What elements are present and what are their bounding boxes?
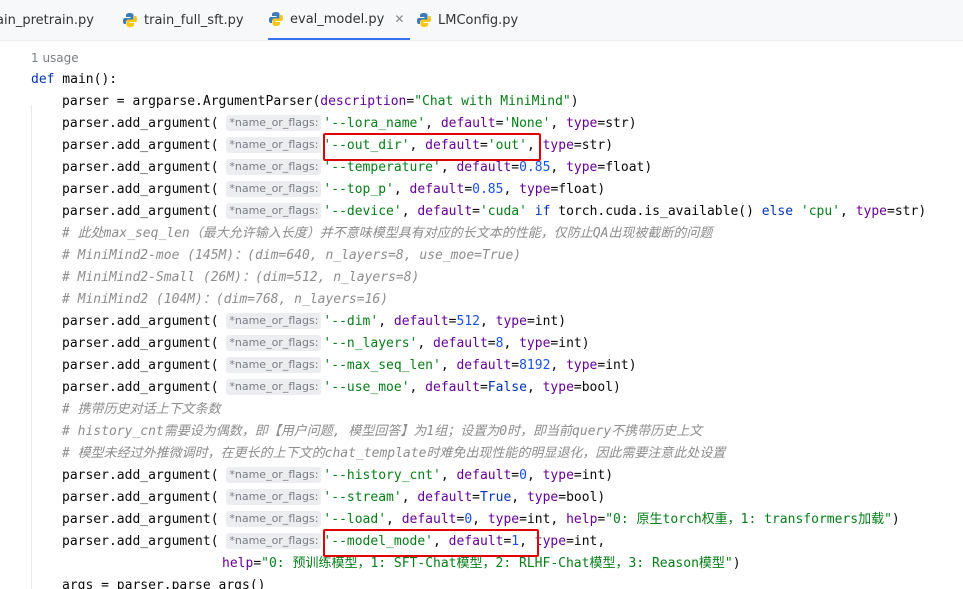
inlay-hint: *name_or_flags: xyxy=(226,335,322,351)
code-line: parser.add_argument( *name_or_flags: '--m… xyxy=(62,357,637,373)
indent-guide xyxy=(31,105,32,589)
code-line: parser = argparse.ArgumentParser(descrip… xyxy=(62,94,579,109)
code-line: parser.add_argument( *name_or_flags: '--n… xyxy=(62,335,590,351)
code-editor[interactable]: 1 usage def main(): parser = argparse.Ar… xyxy=(0,41,963,589)
tab-label: LMConfig.py xyxy=(438,12,519,28)
inlay-hint: *name_or_flags: xyxy=(226,181,322,197)
inlay-hint: *name_or_flags: xyxy=(226,159,322,175)
inlay-hint: *name_or_flags: xyxy=(226,115,322,131)
code-line: def main(): xyxy=(31,72,118,87)
code-comment: # MiniMind2-moe (145M)：(dim=640, n_layer… xyxy=(62,248,522,263)
editor-tab-bar: ain_pretrain.py train_full_sft.py eval_m… xyxy=(0,0,963,41)
tab-pretrain[interactable]: ain_pretrain.py xyxy=(0,0,94,40)
close-icon[interactable]: ✕ xyxy=(394,12,404,26)
code-comment: # MiniMind2-Small (26M)：(dim=512, n_laye… xyxy=(62,270,420,285)
inlay-hint: *name_or_flags: xyxy=(226,357,322,373)
inlay-hint: *name_or_flags: xyxy=(226,203,322,219)
python-file-icon xyxy=(123,13,137,27)
tab-label: ain_pretrain.py xyxy=(0,12,94,28)
tab-eval-model[interactable]: eval_model.py ✕ xyxy=(268,0,411,40)
code-comment: # MiniMind2 (104M)：(dim=768, n_layers=16… xyxy=(62,292,389,307)
inlay-hint: *name_or_flags: xyxy=(226,489,322,505)
code-line: parser.add_argument( *name_or_flags: '--d… xyxy=(62,203,927,219)
tab-label: train_full_sft.py xyxy=(144,12,244,28)
inlay-hint: *name_or_flags: xyxy=(226,137,322,153)
code-line: args = parser.parse_args() xyxy=(62,578,266,589)
code-comment: # 此处max_seq_len（最大允许输入长度）并不意味模型具有对应的长文本的… xyxy=(62,226,713,241)
tab-train-full-sft[interactable]: train_full_sft.py xyxy=(122,0,244,40)
highlight-box-out-dir xyxy=(323,133,541,161)
code-comment: # history_cnt需要设为偶数，即【用户问题, 模型回答】为1组；设置为… xyxy=(62,424,703,439)
inlay-hint: *name_or_flags: xyxy=(226,379,322,395)
code-line: parser.add_argument( *name_or_flags: '--d… xyxy=(62,313,567,329)
python-file-icon xyxy=(269,12,283,26)
tab-lmconfig[interactable]: LMConfig.py xyxy=(416,0,518,40)
tab-label: eval_model.py xyxy=(290,11,385,27)
code-comment: # 携带历史对话上下文条数 xyxy=(62,402,221,417)
code-line: parser.add_argument( *name_or_flags: '--t… xyxy=(62,181,606,197)
code-comment: # 模型未经过外推微调时，在更长的上下文的chat_template时难免出现性… xyxy=(62,446,726,461)
inlay-hint: *name_or_flags: xyxy=(226,467,322,483)
inlay-hint: *name_or_flags: xyxy=(226,313,322,329)
code-line: parser.add_argument( *name_or_flags: '--l… xyxy=(62,511,900,527)
inlay-hint: *name_or_flags: xyxy=(226,533,322,549)
highlight-box-model-mode xyxy=(323,529,539,557)
code-line: parser.add_argument( *name_or_flags: '--l… xyxy=(62,115,637,131)
python-file-icon xyxy=(417,13,431,27)
code-line: parser.add_argument( *name_or_flags: '--h… xyxy=(62,467,614,483)
usage-hint[interactable]: 1 usage xyxy=(31,51,79,65)
inlay-hint: *name_or_flags: xyxy=(226,511,322,527)
code-line: parser.add_argument( *name_or_flags: '--s… xyxy=(62,489,606,505)
code-line: parser.add_argument( *name_or_flags: '--u… xyxy=(62,379,621,395)
